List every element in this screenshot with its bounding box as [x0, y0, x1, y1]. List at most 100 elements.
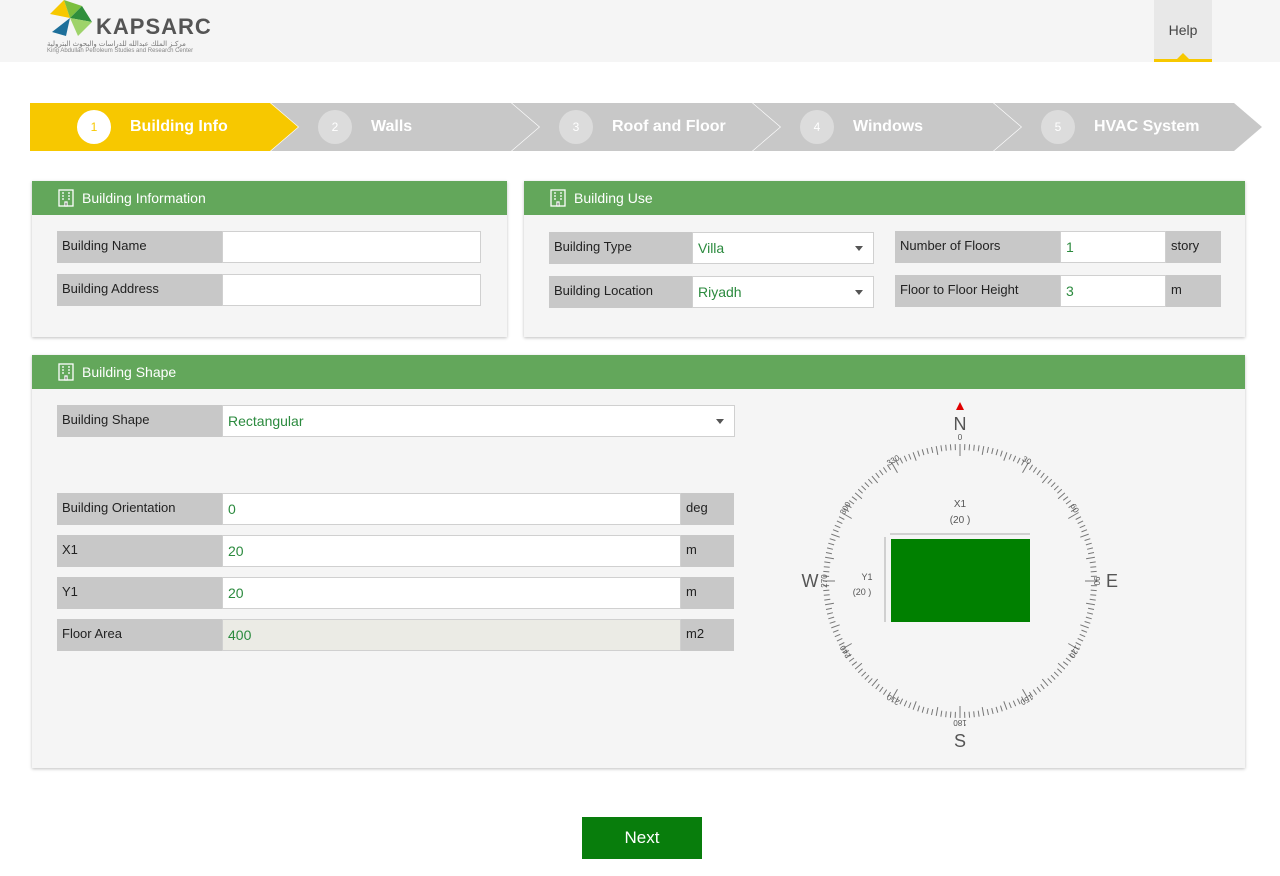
building-icon [58, 363, 74, 381]
building-address-input[interactable] [222, 274, 481, 306]
building-shape-label: Building Shape [57, 405, 222, 437]
compass-south: S [954, 731, 966, 751]
compass-tick [1053, 671, 1059, 677]
panel-header: Building Use [524, 181, 1245, 215]
compass-tick [973, 444, 975, 451]
step-walls[interactable]: 2 Walls [271, 103, 539, 151]
compass-tick [864, 674, 870, 680]
compass-tick [1090, 589, 1097, 592]
compass-tick [986, 446, 989, 454]
step-hvac[interactable]: 5 HVAC System [994, 103, 1262, 151]
compass-tick [1075, 516, 1082, 520]
orientation-unit: deg [681, 493, 734, 525]
compass-deg-150: 150 [1018, 692, 1035, 707]
compass-tick [949, 444, 952, 451]
compass-tick [1084, 538, 1091, 541]
compass-tick [867, 678, 873, 684]
x1-unit: m [681, 535, 734, 567]
compass-tick [838, 516, 845, 520]
building-type-label: Building Type [549, 232, 693, 264]
kapsarc-logo[interactable]: KAPSARC مركـز الملك عبدالله للدراسات وال… [44, 0, 224, 60]
compass-tick [825, 607, 833, 610]
compass-tick [1057, 492, 1066, 500]
compass-tick [935, 446, 939, 455]
y1-input[interactable]: 20 [222, 577, 681, 609]
y1-label: Y1 [57, 577, 222, 609]
compass-tick [1003, 452, 1008, 461]
compass-tick [823, 589, 830, 592]
floors-input[interactable]: 1 [1060, 231, 1166, 263]
compass-tick [1089, 598, 1096, 601]
compass-tick [991, 447, 994, 455]
floors-unit: story [1166, 231, 1221, 263]
compass-tick [1057, 668, 1063, 674]
building-name-input[interactable] [222, 231, 481, 263]
x1-input[interactable]: 20 [222, 535, 681, 567]
next-button[interactable]: Next [582, 817, 702, 859]
building-location-label: Building Location [549, 276, 693, 308]
building-shape-select[interactable]: Rectangular [222, 405, 735, 437]
chevron-down-icon [855, 290, 863, 295]
compass-tick [1047, 678, 1053, 684]
compass-tick [917, 705, 920, 712]
building-type-select[interactable]: Villa [692, 232, 874, 264]
compass-tick [1065, 500, 1072, 505]
compass-tick [973, 711, 975, 718]
orientation-input[interactable]: 0 [222, 493, 681, 525]
compass-tick [940, 445, 943, 452]
step-number: 3 [559, 110, 593, 144]
compass-tick [1062, 661, 1069, 666]
orientation-compass: N 0 S 180 E 90 W 270 30 60 120 150 210 2… [802, 402, 1118, 751]
floor-height-input[interactable]: 3 [1060, 275, 1166, 307]
compass-tick [1084, 621, 1091, 624]
compass-tick [1086, 547, 1094, 550]
compass-tick [968, 711, 971, 718]
step-building-info[interactable]: 1 Building Info [30, 103, 298, 151]
building-address-label: Building Address [57, 274, 222, 306]
compass-tick [1062, 496, 1069, 501]
compass-tick [826, 547, 834, 550]
compass-tick [854, 662, 863, 670]
compass-tick [834, 633, 841, 638]
compass-tick [1012, 700, 1017, 707]
step-roof-floor[interactable]: 3 Roof and Floor [512, 103, 780, 151]
compass-tick [977, 445, 980, 452]
step-windows[interactable]: 4 Windows [753, 103, 1021, 151]
floor-height-label: Floor to Floor Height [895, 275, 1061, 307]
compass-tick [1087, 607, 1095, 610]
compass-tick [879, 469, 884, 476]
compass-tick [908, 702, 912, 709]
compass-tick [825, 602, 834, 606]
compass-tick [1085, 542, 1092, 546]
compass-deg-240: 240 [838, 643, 853, 660]
compass-tick [1050, 482, 1056, 488]
compass-deg-120: 120 [1067, 644, 1082, 661]
help-button[interactable]: Help [1154, 0, 1212, 62]
panel-title: Building Shape [82, 364, 177, 380]
compass-tick [1079, 524, 1086, 529]
compass-north: N [954, 414, 967, 434]
building-use-panel: Building Use Building Type Villa Buildin… [524, 181, 1245, 337]
compass-tick [926, 447, 929, 455]
compass-tick [1090, 594, 1097, 596]
panel-header: Building Shape [32, 355, 1245, 389]
compass-tick [829, 538, 836, 541]
compass-west: W [802, 571, 819, 591]
step-label: Roof and Floor [612, 118, 726, 135]
brand-name: KAPSARC [96, 14, 212, 39]
compass-tick [1086, 556, 1095, 560]
compass-tick [1036, 686, 1041, 693]
compass-tick [1003, 701, 1008, 710]
compass-tick [995, 449, 999, 456]
compass-tick [1050, 674, 1056, 680]
compass-tick [991, 707, 994, 715]
compass-tick [836, 637, 843, 642]
building-location-select[interactable]: Riyadh [692, 276, 874, 308]
compass-tick [1000, 705, 1003, 712]
compass-tick [1040, 683, 1045, 690]
compass-tick [1016, 457, 1021, 464]
compass-tick [832, 529, 839, 533]
step-label: Building Info [130, 118, 228, 135]
floor-height-unit: m [1166, 275, 1221, 307]
compass-tick [945, 711, 947, 718]
